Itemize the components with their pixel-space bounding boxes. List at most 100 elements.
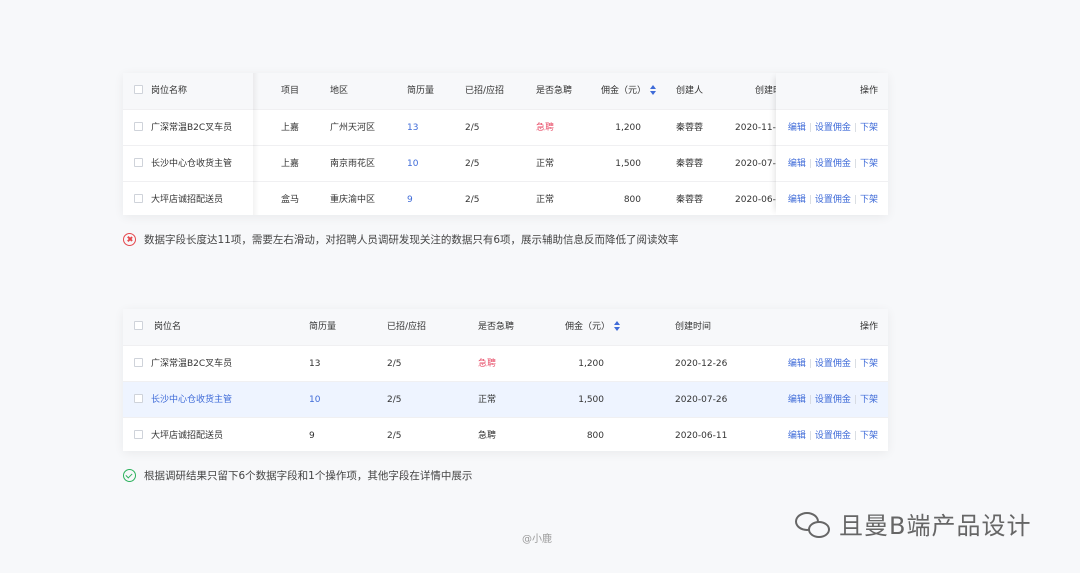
cell-creator: 秦蓉蓉 (676, 159, 704, 169)
set-commission-link[interactable]: 设置佣金 (815, 431, 851, 441)
cell-created: 2020-06-11 (735, 195, 777, 205)
cell-created: 2020-06-11 (675, 431, 728, 441)
cell-resumes: 10 (309, 395, 321, 405)
cell-created: 2020-11-26 (735, 123, 777, 133)
cell-urgent: 急聘 (536, 123, 555, 133)
row-actions: 编辑 | 设置佣金 | 下架 (787, 431, 878, 441)
set-commission-link[interactable]: 设置佣金 (815, 359, 851, 369)
select-all-checkbox[interactable] (134, 321, 143, 330)
cell-region: 重庆渝中区 (330, 195, 376, 205)
cell-hired: 2/5 (465, 123, 480, 133)
cell-project: 上嘉 (281, 159, 300, 169)
table-row[interactable]: 大坪店诚招配送员 盒马 重庆渝中区 9 2/5 正常 800 秦蓉蓉 2020-… (123, 181, 888, 215)
header-hired: 已招/应招 (387, 322, 427, 332)
table-row[interactable]: 长沙中心仓收货主管 上嘉 南京雨花区 10 2/5 正常 1,500 秦蓉蓉 2… (123, 145, 888, 181)
cell-region: 南京雨花区 (330, 159, 376, 169)
cell-resumes-link[interactable]: 10 (407, 146, 418, 182)
header-project: 项目 (281, 86, 300, 96)
check-circle-icon (123, 469, 136, 482)
header-created: 创建时间 (755, 86, 777, 96)
set-commission-link[interactable]: 设置佣金 (815, 395, 851, 405)
header-resumes: 简历量 (309, 322, 337, 332)
note-text: 数据字段长度达11项，需要左右滑动，对招聘人员调研发现关注的数据只有6项，展示辅… (144, 234, 679, 246)
row-checkbox[interactable] (134, 158, 143, 167)
sort-icon[interactable] (650, 84, 657, 95)
header-commission[interactable]: 佣金（元） (565, 309, 621, 345)
header-urgent: 是否急聘 (478, 322, 515, 332)
set-commission-link[interactable]: 设置佣金 (815, 159, 851, 169)
row-checkbox[interactable] (134, 358, 143, 367)
table-header-row: 岗位名称 项目 地区 简历量 已招/应招 是否急聘 佣金（元） 创建人 创建时间 (123, 73, 888, 109)
error-icon (123, 233, 136, 246)
edit-link[interactable]: 编辑 (788, 359, 806, 369)
cell-urgent: 急聘 (478, 359, 497, 369)
header-urgent: 是否急聘 (536, 86, 573, 96)
actions-cell: 编辑 | 设置佣金 | 下架 (776, 145, 888, 181)
cell-created: 2020-07-26 (735, 159, 777, 169)
cell-resumes-link[interactable]: 9 (407, 182, 413, 218)
cell-project: 盒马 (281, 195, 300, 205)
wechat-icon (793, 508, 833, 540)
cell-name: 长沙中心仓收货主管 (151, 159, 233, 169)
header-region: 地区 (330, 86, 349, 96)
row-checkbox[interactable] (134, 194, 143, 203)
offline-link[interactable]: 下架 (860, 159, 878, 169)
brand-name: 且曼B端产品设计 (839, 512, 1032, 540)
header-ops: 操作 (859, 322, 878, 332)
cell-name: 大坪店诚招配送员 (151, 195, 224, 205)
cell-project: 上嘉 (281, 123, 300, 133)
bad-example-note: 数据字段长度达11项，需要左右滑动，对招聘人员调研发现关注的数据只有6项，展示辅… (123, 232, 679, 247)
row-checkbox[interactable] (134, 394, 143, 403)
cell-hired: 2/5 (387, 431, 402, 441)
header-name: 岗位名称 (151, 86, 188, 96)
cell-resumes: 9 (309, 431, 315, 441)
offline-link[interactable]: 下架 (860, 395, 878, 405)
edit-link[interactable]: 编辑 (788, 395, 806, 405)
cell-commission: 1,500 (615, 159, 641, 169)
row-actions: 编辑 | 设置佣金 | 下架 (787, 359, 878, 369)
cell-region: 广州天河区 (330, 123, 376, 133)
cell-urgent: 急聘 (478, 431, 497, 441)
edit-link[interactable]: 编辑 (788, 431, 806, 441)
table-row[interactable]: 广深常温B2C叉车员 上嘉 广州天河区 13 2/5 急聘 1,200 秦蓉蓉 … (123, 109, 888, 145)
row-checkbox[interactable] (134, 430, 143, 439)
edit-link[interactable]: 编辑 (788, 123, 806, 133)
job-table-wide: 岗位名称 项目 地区 简历量 已招/应招 是否急聘 佣金（元） 创建人 创建时间… (123, 73, 888, 215)
cell-resumes-link[interactable]: 13 (407, 110, 418, 146)
table-row[interactable]: 广深常温B2C叉车员 13 2/5 急聘 1,200 2020-12-26 编辑… (123, 345, 888, 381)
cell-hired: 2/5 (465, 195, 480, 205)
sort-icon[interactable] (614, 320, 621, 331)
watermark: 且曼B端产品设计 (793, 506, 1031, 541)
edit-link[interactable]: 编辑 (788, 195, 806, 205)
cell-created: 2020-07-26 (675, 395, 728, 405)
offline-link[interactable]: 下架 (860, 431, 878, 441)
cell-commission: 800 (586, 431, 604, 441)
cell-name: 长沙中心仓收货主管 (151, 395, 233, 405)
cell-urgent: 正常 (536, 195, 555, 205)
table-row-hovered[interactable]: 长沙中心仓收货主管 10 2/5 正常 1,500 2020-07-26 编辑 |… (123, 381, 888, 417)
set-commission-link[interactable]: 设置佣金 (815, 123, 851, 133)
row-actions: 编辑 | 设置佣金 | 下架 (787, 395, 878, 405)
cell-commission: 1,200 (615, 123, 641, 133)
table-header-row: 岗位名 简历量 已招/应招 是否急聘 佣金（元） 创建时间 操作 (123, 309, 888, 345)
table-row[interactable]: 大坪店诚招配送员 9 2/5 急聘 800 2020-06-11 编辑 | 设置佣金… (123, 417, 888, 451)
header-created: 创建时间 (675, 322, 712, 332)
cell-commission: 1,500 (578, 395, 604, 405)
header-commission[interactable]: 佣金（元） (601, 73, 657, 109)
offline-link[interactable]: 下架 (860, 195, 878, 205)
header-ops: 操作 (859, 86, 878, 96)
offline-link[interactable]: 下架 (860, 359, 878, 369)
header-creator: 创建人 (676, 86, 704, 96)
offline-link[interactable]: 下架 (860, 123, 878, 133)
edit-link[interactable]: 编辑 (788, 159, 806, 169)
author-credit: @小鹿 (522, 534, 552, 545)
set-commission-link[interactable]: 设置佣金 (815, 195, 851, 205)
row-checkbox[interactable] (134, 122, 143, 131)
select-all-checkbox[interactable] (134, 85, 143, 94)
cell-commission: 800 (623, 195, 641, 205)
header-resumes: 简历量 (407, 86, 435, 96)
cell-commission: 1,200 (578, 359, 604, 369)
header-name: 岗位名 (154, 322, 182, 332)
note-text: 根据调研结果只留下6个数据字段和1个操作项，其他字段在详情中展示 (144, 470, 473, 482)
cell-hired: 2/5 (387, 359, 402, 369)
